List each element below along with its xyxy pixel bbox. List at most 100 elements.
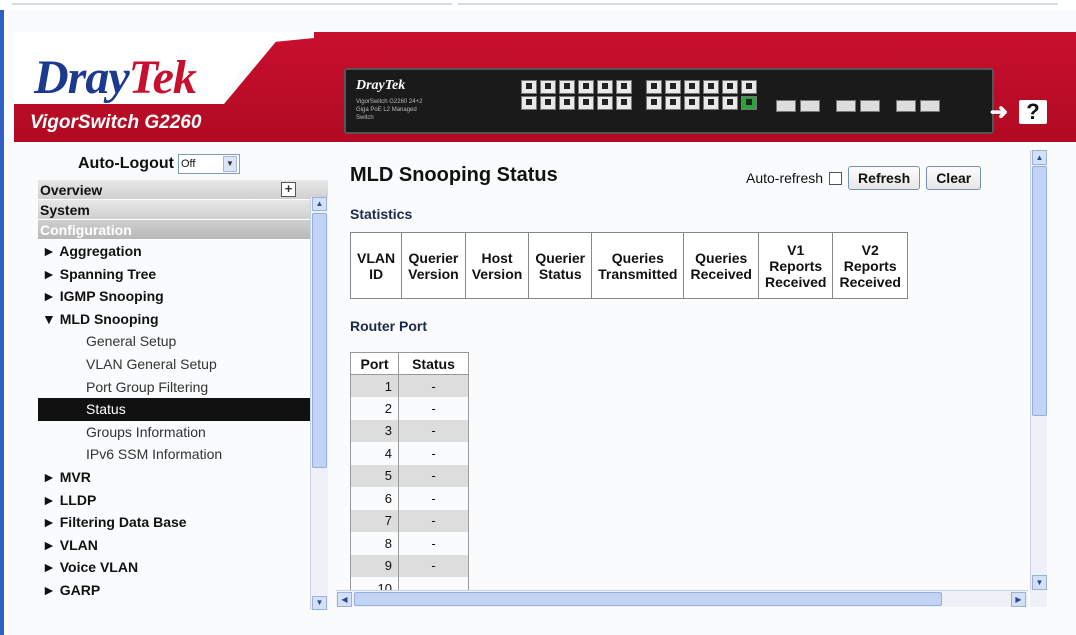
scroll-up-icon[interactable]: ▲ <box>1032 150 1047 165</box>
table-row: 1- <box>350 374 469 397</box>
main-horizontal-scrollbar[interactable]: ◀ ▶ <box>336 590 1028 607</box>
scroll-left-icon[interactable]: ◀ <box>337 592 352 607</box>
sidebar-subitem-ipv6-ssm-information[interactable]: IPv6 SSM Information <box>38 443 328 466</box>
col-text: VLAN <box>357 249 396 266</box>
scroll-down-icon[interactable]: ▼ <box>312 596 327 610</box>
logout-arrow-icon[interactable]: ➜ <box>985 100 1013 124</box>
port-icon <box>521 96 537 110</box>
sidebar-section-configuration[interactable]: Configuration <box>38 220 328 240</box>
auto-logout: Auto-Logout Off ▼ <box>78 154 240 174</box>
sidebar-item-aggregation[interactable]: ► Aggregation <box>38 240 328 263</box>
sidebar-item-voice-vlan[interactable]: ► Voice VLAN <box>38 556 328 579</box>
port-cell: 4 <box>350 442 399 465</box>
scroll-up-icon[interactable]: ▲ <box>312 197 327 211</box>
col-status: Status <box>398 352 469 375</box>
expand-plus-icon[interactable]: + <box>281 182 296 197</box>
sidebar-item-vlan[interactable]: ► VLAN <box>38 534 328 557</box>
auto-logout-select[interactable]: Off ▼ <box>177 154 240 174</box>
col-v1-reports-received: V1 Reports Received <box>757 232 834 299</box>
logo-tek-text: Tek <box>128 51 197 104</box>
router-port-heading: Router Port <box>350 318 427 334</box>
section-label: Overview <box>40 182 103 198</box>
toolbar: Auto-refresh Refresh Clear <box>746 166 982 190</box>
scroll-down-icon[interactable]: ▼ <box>1032 575 1047 590</box>
main-content: MLD Snooping Status Auto-refresh Refresh… <box>336 150 1028 590</box>
sidebar-item-mvr[interactable]: ► MVR <box>38 466 328 489</box>
table-row: 9- <box>350 554 469 577</box>
col-text: Querier <box>408 249 459 266</box>
col-text: V2 <box>861 241 879 258</box>
sidebar-item-filtering-data-base[interactable]: ► Filtering Data Base <box>38 511 328 534</box>
help-icon[interactable]: ? <box>1019 100 1047 124</box>
clear-button[interactable]: Clear <box>926 166 982 190</box>
sfp-port-icon <box>776 100 796 112</box>
port-cell: 3 <box>350 419 399 442</box>
port-icon <box>597 80 613 94</box>
page-title: MLD Snooping Status <box>350 164 558 186</box>
col-queries-transmitted: Queries Transmitted <box>591 232 685 299</box>
browser-tab-line <box>12 3 452 5</box>
port-cell: 2 <box>350 397 399 420</box>
status-cell: - <box>398 374 469 397</box>
table-row: 4- <box>350 442 469 465</box>
col-text: Received <box>690 265 752 282</box>
status-cell: - <box>398 419 469 442</box>
port-group-1 <box>521 80 632 110</box>
table-header-row: VLAN ID Querier Version Host Version Querie… <box>349 232 908 299</box>
auto-refresh-label: Auto-refresh <box>746 170 824 186</box>
col-text: Version <box>471 265 523 282</box>
col-text: Queries <box>611 249 664 266</box>
status-cell: - <box>398 487 469 510</box>
port-icon <box>559 96 575 110</box>
table-row: 7- <box>350 509 469 532</box>
auto-logout-value: Off <box>180 158 196 170</box>
sidebar-item-igmp-snooping[interactable]: ► IGMP Snooping <box>38 285 328 308</box>
sidebar-subitem-vlan-general-setup[interactable]: VLAN General Setup <box>38 353 328 376</box>
sfp-port-icon <box>860 100 880 112</box>
col-text: Transmitted <box>598 265 678 282</box>
sidebar-subitem-status[interactable]: Status <box>38 398 328 421</box>
auto-refresh-checkbox[interactable] <box>829 171 843 185</box>
scrollbar-thumb[interactable] <box>1032 166 1047 416</box>
port-icon <box>703 96 719 110</box>
sidebar-scrollbar[interactable]: ▲ ▼ <box>310 197 328 610</box>
port-cell: 6 <box>350 487 399 510</box>
status-cell: - <box>398 397 469 420</box>
sidebar-subitem-groups-information[interactable]: Groups Information <box>38 421 328 444</box>
sidebar-section-system[interactable]: System <box>38 200 328 220</box>
table-row: 5- <box>350 464 469 487</box>
sfp-port-icon <box>896 100 916 112</box>
device-logo: DrayTek <box>356 78 406 93</box>
scrollbar-thumb[interactable] <box>312 213 327 468</box>
sidebar-item-mld-snooping[interactable]: ▼ MLD Snooping <box>38 308 328 331</box>
sidebar-item-spanning-tree[interactable]: ► Spanning Tree <box>38 263 328 286</box>
sidebar-item-lldp[interactable]: ► LLDP <box>38 489 328 512</box>
col-text: V1 <box>787 241 805 258</box>
port-icon <box>540 96 556 110</box>
sidebar-item-garp[interactable]: ► GARP <box>38 579 328 602</box>
port-cell: 10 <box>350 577 399 590</box>
port-icon <box>616 96 632 110</box>
col-text: ID <box>369 265 384 282</box>
sidebar-subitem-port-group-filtering[interactable]: Port Group Filtering <box>38 376 328 399</box>
col-host-version: Host Version <box>464 232 530 299</box>
scrollbar-corner <box>1030 590 1047 607</box>
table-row: 8- <box>350 532 469 555</box>
sidebar-section-overview[interactable]: Overview + <box>38 180 328 200</box>
port-icon-active <box>741 96 757 110</box>
port-icon <box>559 80 575 94</box>
scroll-right-icon[interactable]: ▶ <box>1011 592 1026 607</box>
scrollbar-thumb[interactable] <box>354 592 942 606</box>
col-text: Version <box>408 265 459 282</box>
main-vertical-scrollbar[interactable]: ▲ ▼ <box>1030 150 1047 590</box>
col-querier-version: Querier Version <box>401 232 466 299</box>
col-text: Reports <box>769 257 823 274</box>
switch-panel-image: DrayTek VigorSwitch G2260 24+2 Giga PoE … <box>344 68 994 134</box>
col-text: Queries <box>695 249 748 266</box>
port-cell: 5 <box>350 464 399 487</box>
sidebar-subitem-general-setup[interactable]: General Setup <box>38 330 328 353</box>
table-row: 6- <box>350 487 469 510</box>
browser-tab-line <box>458 3 1058 5</box>
refresh-button[interactable]: Refresh <box>848 166 921 190</box>
statistics-table: VLAN ID Querier Version Host Version Querie… <box>349 232 908 299</box>
